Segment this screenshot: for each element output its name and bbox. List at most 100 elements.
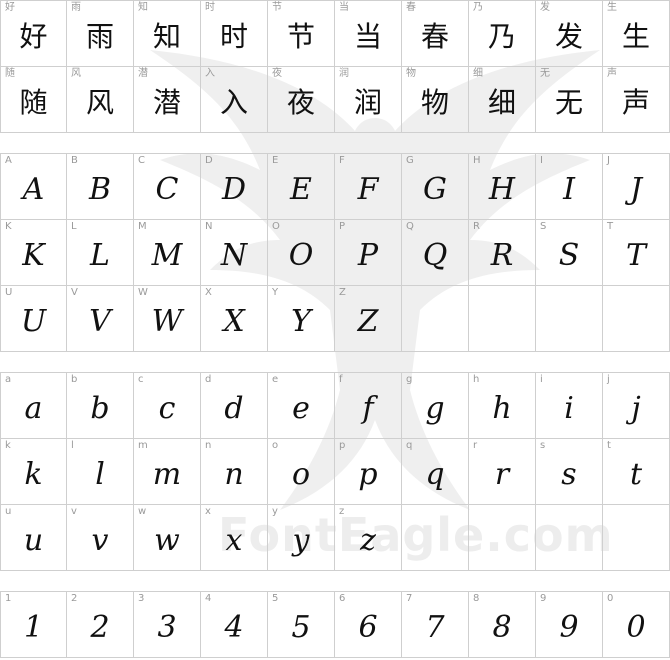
glyph-sample: 7 xyxy=(425,610,445,645)
glyph-sample: f xyxy=(362,391,374,426)
glyph-cell: 55 xyxy=(268,592,335,658)
glyph-sample: b xyxy=(90,391,110,426)
glyph-cell: 22 xyxy=(67,592,134,658)
glyph-label: 生 xyxy=(607,2,617,13)
glyph-label: G xyxy=(406,155,414,166)
glyph-label: i xyxy=(540,374,543,385)
glyph-sample: a xyxy=(24,391,43,426)
glyph-sample: K xyxy=(22,238,45,273)
glyph-cell: 99 xyxy=(536,592,603,658)
glyph-cell: 当当 xyxy=(335,1,402,67)
glyph-sample: z xyxy=(360,523,376,558)
glyph-label: Z xyxy=(339,287,346,298)
glyph-sample: J xyxy=(629,172,643,207)
glyph-cell: 44 xyxy=(201,592,268,658)
glyph-sample: l xyxy=(95,457,105,492)
glyph-sample: u xyxy=(23,523,44,558)
glyph-label: C xyxy=(138,155,145,166)
glyph-label: A xyxy=(5,155,12,166)
glyph-cell: BB xyxy=(67,154,134,220)
glyph-label: 9 xyxy=(540,593,547,604)
glyph-sample: 发 xyxy=(554,20,583,53)
glyph-label: s xyxy=(540,440,546,451)
glyph-cell: NN xyxy=(201,220,268,286)
glyph-sample: N xyxy=(220,238,248,273)
glyph-label: 2 xyxy=(71,593,78,604)
glyph-cell: ww xyxy=(134,505,201,571)
glyph-sample: 潜 xyxy=(152,86,181,119)
chinese-samples: 好好雨雨知知时时节节当当春春乃乃发发生生随随风风潜潜入入夜夜润润物物细细无无声声 xyxy=(0,0,670,133)
glyph-sample: 风 xyxy=(85,86,114,119)
glyph-label: 好 xyxy=(5,2,15,13)
glyph-sample: 5 xyxy=(291,610,311,645)
glyph-cell: zz xyxy=(335,505,402,571)
glyph-sample: A xyxy=(22,172,45,207)
glyph-cell: HH xyxy=(469,154,536,220)
glyph-cell xyxy=(469,286,536,352)
glyph-cell: 雨雨 xyxy=(67,1,134,67)
glyph-label: e xyxy=(272,374,279,385)
glyph-sample: m xyxy=(152,457,182,492)
glyph-sample: y xyxy=(292,523,310,558)
glyph-label: 潜 xyxy=(138,68,148,79)
glyph-label: D xyxy=(205,155,213,166)
digit-samples: 11223344556677889900 xyxy=(0,591,670,658)
glyph-label: V xyxy=(71,287,78,298)
glyph-cell: ss xyxy=(536,439,603,505)
glyph-label: d xyxy=(205,374,212,385)
glyph-label: 5 xyxy=(272,593,279,604)
glyph-cell: TT xyxy=(603,220,670,286)
glyph-label: 声 xyxy=(607,68,617,79)
glyph-label: w xyxy=(138,506,147,517)
glyph-label: r xyxy=(473,440,478,451)
glyph-sample: r xyxy=(494,457,510,492)
glyph-cell: UU xyxy=(0,286,67,352)
glyph-cell: 潜潜 xyxy=(134,67,201,133)
glyph-cell: xx xyxy=(201,505,268,571)
glyph-label: n xyxy=(205,440,212,451)
glyph-cell: 入入 xyxy=(201,67,268,133)
glyph-cell: nn xyxy=(201,439,268,505)
glyph-sample: 物 xyxy=(420,86,449,119)
glyph-label: K xyxy=(5,221,12,232)
glyph-cell: DD xyxy=(201,154,268,220)
glyph-label: 知 xyxy=(138,2,148,13)
glyph-cell: jj xyxy=(603,373,670,439)
glyph-cell: KK xyxy=(0,220,67,286)
glyph-label: E xyxy=(272,155,279,166)
glyph-cell: AA xyxy=(0,154,67,220)
glyph-sample: D xyxy=(221,172,247,207)
glyph-label: h xyxy=(473,374,480,385)
glyph-sample: 随 xyxy=(19,86,48,119)
glyph-cell: pp xyxy=(335,439,402,505)
glyph-label: t xyxy=(607,440,611,451)
glyph-sample: k xyxy=(24,457,43,492)
glyph-sample: R xyxy=(490,238,514,273)
glyph-cell: hh xyxy=(469,373,536,439)
glyph-label: 物 xyxy=(406,68,416,79)
glyph-sample: i xyxy=(564,391,574,426)
glyph-cell: 润润 xyxy=(335,67,402,133)
glyph-cell: 细细 xyxy=(469,67,536,133)
glyph-sample: 9 xyxy=(559,610,579,645)
glyph-label: 随 xyxy=(5,68,15,79)
glyph-sample: n xyxy=(224,457,244,492)
glyph-label: v xyxy=(71,506,77,517)
glyph-sample: p xyxy=(358,457,378,492)
glyph-sample: 好 xyxy=(19,20,48,53)
glyph-sample: H xyxy=(488,172,516,207)
glyph-label: 1 xyxy=(5,593,12,604)
glyph-label: W xyxy=(138,287,148,298)
glyph-label: X xyxy=(205,287,212,298)
glyph-label: 无 xyxy=(540,68,550,79)
glyph-cell xyxy=(469,505,536,571)
glyph-cell: LL xyxy=(67,220,134,286)
glyph-label: 3 xyxy=(138,593,145,604)
glyph-cell: 夜夜 xyxy=(268,67,335,133)
glyph-cell: PP xyxy=(335,220,402,286)
glyph-label: H xyxy=(473,155,481,166)
glyph-label: T xyxy=(607,221,614,232)
glyph-cell: FF xyxy=(335,154,402,220)
glyph-sample: h xyxy=(492,391,512,426)
glyph-label: 乃 xyxy=(473,2,483,13)
